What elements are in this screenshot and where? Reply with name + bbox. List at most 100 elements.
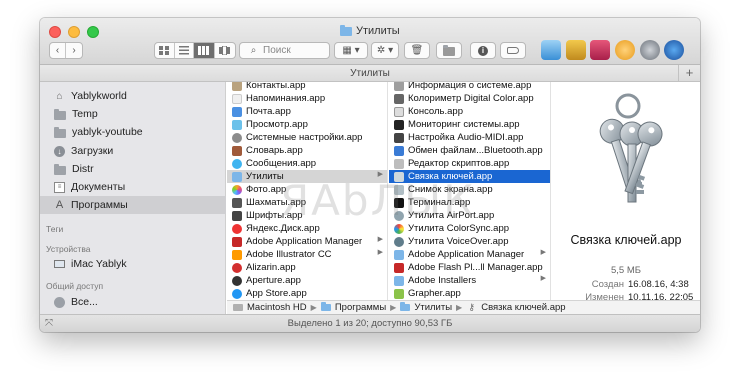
toolbar-preview-app-icon[interactable] bbox=[566, 40, 586, 60]
sidebar-item-label: iMac Yablyk bbox=[71, 258, 127, 270]
list-item-utilities[interactable]: Утилиты ▶ bbox=[227, 170, 387, 183]
keychain-small-icon: ⚷ bbox=[468, 302, 475, 312]
sidebar-item-yablykworld[interactable]: ⌂ Yablykworld bbox=[40, 87, 226, 105]
trash-button[interactable]: 🗑︎ bbox=[404, 42, 430, 59]
list-view-button[interactable] bbox=[175, 43, 195, 58]
list-item[interactable]: Adobe Illustrator CC ▶ bbox=[227, 248, 387, 261]
sidebar-item-label: Temp bbox=[72, 108, 98, 120]
info-button[interactable]: i bbox=[470, 42, 496, 59]
downloads-icon: ↓ bbox=[54, 145, 65, 157]
list-item[interactable]: Колориметр Digital Color.app bbox=[389, 92, 550, 105]
finder-window: Утилиты ‹ › ⌕ Поиск ▦ ▾ ✲ ▾ 🗑︎ i Утилиты… bbox=[40, 18, 700, 332]
list-item[interactable]: App Store.app bbox=[227, 287, 387, 300]
nav-buttons: ‹ › bbox=[49, 42, 83, 59]
back-button[interactable]: ‹ bbox=[50, 43, 67, 58]
zoom-button[interactable] bbox=[87, 26, 99, 38]
column-view-icon bbox=[198, 46, 210, 55]
sidebar-item-applications[interactable]: A Программы bbox=[40, 196, 226, 214]
list-item[interactable]: Aperture.app bbox=[227, 274, 387, 287]
list-item[interactable]: Шрифты.app bbox=[227, 209, 387, 222]
path-item[interactable]: Macintosh HD bbox=[247, 302, 307, 313]
list-item[interactable]: Утилита ColorSync.app bbox=[389, 222, 550, 235]
item-label: Настройка Audio-MIDI.app bbox=[408, 132, 524, 143]
toolbar-quicktime-app-icon[interactable] bbox=[664, 40, 684, 60]
list-item-keychain-access[interactable]: Связка ключей.app bbox=[389, 170, 550, 183]
list-item[interactable]: Информация о системе.app bbox=[389, 82, 550, 92]
list-item[interactable]: Adobe Application Manager ▶ bbox=[227, 235, 387, 248]
sidebar-item-imac[interactable]: iMac Yablyk bbox=[40, 255, 226, 273]
voiceover-icon bbox=[394, 236, 404, 247]
sidebar-item-distr[interactable]: Distr bbox=[40, 160, 226, 178]
list-item[interactable]: Шахматы.app bbox=[227, 196, 387, 209]
sidebar-item-label: yablyk-youtube bbox=[72, 126, 143, 138]
list-item[interactable]: Редактор скриптов.app bbox=[389, 157, 550, 170]
search-field[interactable]: ⌕ Поиск bbox=[239, 42, 330, 59]
list-item[interactable]: Яндекс.Диск.app bbox=[227, 222, 387, 235]
list-item[interactable]: Системные настройки.app bbox=[227, 131, 387, 144]
new-folder-button[interactable] bbox=[436, 42, 462, 59]
sidebar-item-temp[interactable]: Temp bbox=[40, 105, 226, 123]
list-item[interactable]: Утилита VoiceOver.app bbox=[389, 235, 550, 248]
path-item[interactable]: Программы bbox=[335, 302, 386, 313]
item-label: Снимок экрана.app bbox=[408, 184, 493, 195]
toolbar-folder-app-icon[interactable] bbox=[541, 40, 561, 60]
folder-icon bbox=[232, 171, 242, 182]
sidebar-item-all-shared[interactable]: Все... bbox=[40, 293, 226, 311]
sidebar-item-label: Программы bbox=[71, 199, 128, 211]
list-item[interactable]: Консоль.app bbox=[389, 105, 550, 118]
alizarin-icon bbox=[232, 262, 242, 273]
list-item[interactable]: Adobe Flash Pl...ll Manager.app bbox=[389, 261, 550, 274]
icon-view-button[interactable] bbox=[155, 43, 175, 58]
list-item[interactable]: Снимок экрана.app bbox=[389, 183, 550, 196]
gear-icon: ✲ ▾ bbox=[376, 45, 394, 56]
list-item[interactable]: Обмен файлам...Bluetooth.app bbox=[389, 144, 550, 157]
cover-flow-icon bbox=[219, 46, 231, 55]
path-item[interactable]: Утилиты bbox=[414, 302, 452, 313]
minimize-button[interactable] bbox=[68, 26, 80, 38]
folder-icon bbox=[320, 302, 331, 311]
column-view-button[interactable] bbox=[194, 43, 215, 58]
toolbar-coin-app-icon[interactable] bbox=[615, 40, 635, 60]
action-button[interactable]: ✲ ▾ bbox=[371, 42, 399, 59]
list-item[interactable]: Сообщения.app bbox=[227, 157, 387, 170]
search-placeholder: Поиск bbox=[263, 45, 291, 56]
list-item[interactable]: Фото.app bbox=[227, 183, 387, 196]
list-item[interactable]: Мониторинг системы.app bbox=[389, 118, 550, 131]
toolbar-rocket-app-icon[interactable] bbox=[640, 40, 660, 60]
sidebar-item-downloads[interactable]: ↓ Загрузки bbox=[40, 142, 226, 160]
list-item[interactable]: Alizarin.app bbox=[227, 261, 387, 274]
info-icon: i bbox=[478, 45, 488, 56]
arrange-button[interactable]: ▦ ▾ bbox=[334, 42, 368, 59]
tags-button[interactable] bbox=[500, 42, 526, 59]
close-button[interactable] bbox=[49, 26, 61, 38]
new-tab-button[interactable]: + bbox=[678, 65, 700, 82]
yandex-disk-icon bbox=[232, 223, 242, 234]
path-item[interactable]: Связка ключей.app bbox=[481, 302, 565, 313]
toolbar-keyboard-app-icon[interactable] bbox=[590, 40, 610, 60]
sidebar-item-label: Distr bbox=[72, 163, 94, 175]
list-item[interactable]: Контакты.app bbox=[227, 82, 387, 92]
tab-title[interactable]: Утилиты bbox=[350, 68, 390, 79]
list-item[interactable]: Настройка Audio-MIDI.app bbox=[389, 131, 550, 144]
list-item[interactable]: Утилита AirPort.app bbox=[389, 209, 550, 222]
forward-button[interactable]: › bbox=[66, 43, 82, 58]
list-item[interactable]: Grapher.app bbox=[389, 287, 550, 300]
sidebar-toggle-icon[interactable]: ⤧ bbox=[45, 318, 53, 329]
item-label: Просмотр.app bbox=[246, 119, 308, 130]
list-item[interactable]: Напоминания.app bbox=[227, 92, 387, 105]
aperture-icon bbox=[232, 275, 242, 286]
applications-column: Контакты.app Напоминания.app Почта.app П… bbox=[227, 82, 388, 300]
list-item[interactable]: Просмотр.app bbox=[227, 118, 387, 131]
window-title-text: Утилиты bbox=[356, 25, 400, 37]
list-item[interactable]: Adobe Installers ▶ bbox=[389, 274, 550, 287]
sidebar-item-documents[interactable]: ≡ Документы bbox=[40, 178, 226, 196]
item-label: Фото.app bbox=[246, 184, 287, 195]
disclosure-arrow-icon: ▶ bbox=[540, 249, 546, 256]
list-item[interactable]: Терминал.app bbox=[389, 196, 550, 209]
list-item[interactable]: Почта.app bbox=[227, 105, 387, 118]
list-item[interactable]: Adobe Application Manager ▶ bbox=[389, 248, 550, 261]
item-label: Alizarin.app bbox=[246, 262, 296, 273]
cover-flow-button[interactable] bbox=[215, 43, 235, 58]
sidebar-item-yablyk-youtube[interactable]: yablyk-youtube bbox=[40, 123, 226, 141]
list-item[interactable]: Словарь.app bbox=[227, 144, 387, 157]
